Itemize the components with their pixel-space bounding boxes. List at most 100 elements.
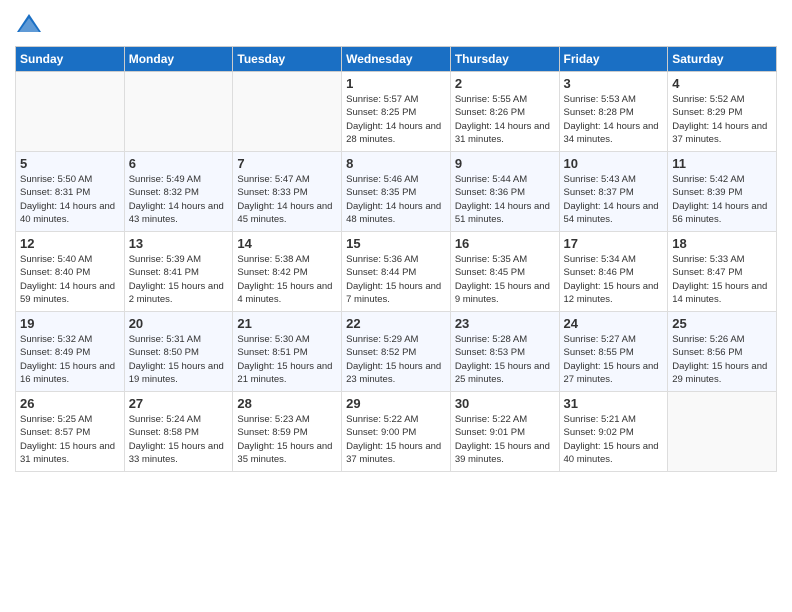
day-number: 18 [672, 236, 772, 251]
calendar-cell: 9 Sunrise: 5:44 AM Sunset: 8:36 PM Daylig… [450, 152, 559, 232]
calendar-header-sunday: Sunday [16, 47, 125, 72]
day-info: Sunrise: 5:44 AM Sunset: 8:36 PM Dayligh… [455, 173, 555, 226]
day-info: Sunrise: 5:32 AM Sunset: 8:49 PM Dayligh… [20, 333, 120, 386]
day-number: 20 [129, 316, 229, 331]
day-number: 29 [346, 396, 446, 411]
calendar-week-0: 1 Sunrise: 5:57 AM Sunset: 8:25 PM Daylig… [16, 72, 777, 152]
day-number: 19 [20, 316, 120, 331]
day-info: Sunrise: 5:53 AM Sunset: 8:28 PM Dayligh… [564, 93, 664, 146]
day-number: 7 [237, 156, 337, 171]
day-info: Sunrise: 5:25 AM Sunset: 8:57 PM Dayligh… [20, 413, 120, 466]
day-info: Sunrise: 5:43 AM Sunset: 8:37 PM Dayligh… [564, 173, 664, 226]
calendar: SundayMondayTuesdayWednesdayThursdayFrid… [15, 46, 777, 472]
calendar-cell: 6 Sunrise: 5:49 AM Sunset: 8:32 PM Daylig… [124, 152, 233, 232]
calendar-cell: 20 Sunrise: 5:31 AM Sunset: 8:50 PM Dayli… [124, 312, 233, 392]
day-info: Sunrise: 5:22 AM Sunset: 9:01 PM Dayligh… [455, 413, 555, 466]
day-number: 8 [346, 156, 446, 171]
calendar-cell: 17Sunrise: 5:34 AM Sunset: 8:46 PM Dayli… [559, 232, 668, 312]
day-info: Sunrise: 5:21 AM Sunset: 9:02 PM Dayligh… [564, 413, 664, 466]
day-number: 17 [564, 236, 664, 251]
calendar-cell: 13 Sunrise: 5:39 AM Sunset: 8:41 PM Dayli… [124, 232, 233, 312]
day-info: Sunrise: 5:22 AM Sunset: 9:00 PM Dayligh… [346, 413, 446, 466]
calendar-cell: 4Sunrise: 5:52 AM Sunset: 8:29 PM Daylig… [668, 72, 777, 152]
day-number: 25 [672, 316, 772, 331]
day-info: Sunrise: 5:29 AM Sunset: 8:52 PM Dayligh… [346, 333, 446, 386]
calendar-week-1: 5 Sunrise: 5:50 AM Sunset: 8:31 PM Daylig… [16, 152, 777, 232]
day-info: Sunrise: 5:24 AM Sunset: 8:58 PM Dayligh… [129, 413, 229, 466]
calendar-cell: 24 Sunrise: 5:27 AM Sunset: 8:55 PM Dayli… [559, 312, 668, 392]
header [15, 10, 777, 38]
calendar-header-monday: Monday [124, 47, 233, 72]
day-number: 4 [672, 76, 772, 91]
day-info: Sunrise: 5:39 AM Sunset: 8:41 PM Dayligh… [129, 253, 229, 306]
day-number: 21 [237, 316, 337, 331]
day-info: Sunrise: 5:30 AM Sunset: 8:51 PM Dayligh… [237, 333, 337, 386]
day-number: 11 [672, 156, 772, 171]
day-info: Sunrise: 5:35 AM Sunset: 8:45 PM Dayligh… [455, 253, 555, 306]
calendar-cell: 16 Sunrise: 5:35 AM Sunset: 8:45 PM Dayli… [450, 232, 559, 312]
day-number: 9 [455, 156, 555, 171]
calendar-cell: 19 Sunrise: 5:32 AM Sunset: 8:49 PM Dayli… [16, 312, 125, 392]
calendar-cell: 27 Sunrise: 5:24 AM Sunset: 8:58 PM Dayli… [124, 392, 233, 472]
day-number: 26 [20, 396, 120, 411]
day-number: 12 [20, 236, 120, 251]
calendar-cell: 18 Sunrise: 5:33 AM Sunset: 8:47 PM Dayli… [668, 232, 777, 312]
day-info: Sunrise: 5:47 AM Sunset: 8:33 PM Dayligh… [237, 173, 337, 226]
day-number: 5 [20, 156, 120, 171]
logo [15, 10, 47, 38]
calendar-cell: 23 Sunrise: 5:28 AM Sunset: 8:53 PM Dayli… [450, 312, 559, 392]
day-info: Sunrise: 5:31 AM Sunset: 8:50 PM Dayligh… [129, 333, 229, 386]
calendar-cell: 11 Sunrise: 5:42 AM Sunset: 8:39 PM Dayli… [668, 152, 777, 232]
calendar-cell: 7 Sunrise: 5:47 AM Sunset: 8:33 PM Daylig… [233, 152, 342, 232]
calendar-cell: 3 Sunrise: 5:53 AM Sunset: 8:28 PM Daylig… [559, 72, 668, 152]
day-info: Sunrise: 5:50 AM Sunset: 8:31 PM Dayligh… [20, 173, 120, 226]
day-number: 30 [455, 396, 555, 411]
day-number: 13 [129, 236, 229, 251]
calendar-cell: 31Sunrise: 5:21 AM Sunset: 9:02 PM Dayli… [559, 392, 668, 472]
calendar-cell: 30 Sunrise: 5:22 AM Sunset: 9:01 PM Dayli… [450, 392, 559, 472]
day-info: Sunrise: 5:55 AM Sunset: 8:26 PM Dayligh… [455, 93, 555, 146]
calendar-cell: 21 Sunrise: 5:30 AM Sunset: 8:51 PM Dayli… [233, 312, 342, 392]
calendar-week-3: 19 Sunrise: 5:32 AM Sunset: 8:49 PM Dayli… [16, 312, 777, 392]
calendar-week-2: 12 Sunrise: 5:40 AM Sunset: 8:40 PM Dayli… [16, 232, 777, 312]
day-info: Sunrise: 5:40 AM Sunset: 8:40 PM Dayligh… [20, 253, 120, 306]
day-number: 2 [455, 76, 555, 91]
day-info: Sunrise: 5:27 AM Sunset: 8:55 PM Dayligh… [564, 333, 664, 386]
page: SundayMondayTuesdayWednesdayThursdayFrid… [0, 0, 792, 612]
day-number: 15 [346, 236, 446, 251]
day-number: 28 [237, 396, 337, 411]
calendar-cell: 28Sunrise: 5:23 AM Sunset: 8:59 PM Dayli… [233, 392, 342, 472]
calendar-cell: 14 Sunrise: 5:38 AM Sunset: 8:42 PM Dayli… [233, 232, 342, 312]
calendar-cell [16, 72, 125, 152]
calendar-cell: 1 Sunrise: 5:57 AM Sunset: 8:25 PM Daylig… [342, 72, 451, 152]
day-number: 3 [564, 76, 664, 91]
day-info: Sunrise: 5:49 AM Sunset: 8:32 PM Dayligh… [129, 173, 229, 226]
calendar-header-thursday: Thursday [450, 47, 559, 72]
day-number: 27 [129, 396, 229, 411]
day-info: Sunrise: 5:33 AM Sunset: 8:47 PM Dayligh… [672, 253, 772, 306]
calendar-header-row: SundayMondayTuesdayWednesdayThursdayFrid… [16, 47, 777, 72]
calendar-cell [124, 72, 233, 152]
calendar-cell [668, 392, 777, 472]
day-info: Sunrise: 5:42 AM Sunset: 8:39 PM Dayligh… [672, 173, 772, 226]
calendar-week-4: 26 Sunrise: 5:25 AM Sunset: 8:57 PM Dayli… [16, 392, 777, 472]
calendar-cell: 29 Sunrise: 5:22 AM Sunset: 9:00 PM Dayli… [342, 392, 451, 472]
calendar-cell: 2 Sunrise: 5:55 AM Sunset: 8:26 PM Daylig… [450, 72, 559, 152]
calendar-cell: 5 Sunrise: 5:50 AM Sunset: 8:31 PM Daylig… [16, 152, 125, 232]
day-info: Sunrise: 5:38 AM Sunset: 8:42 PM Dayligh… [237, 253, 337, 306]
calendar-header-friday: Friday [559, 47, 668, 72]
calendar-cell: 26 Sunrise: 5:25 AM Sunset: 8:57 PM Dayli… [16, 392, 125, 472]
day-info: Sunrise: 5:28 AM Sunset: 8:53 PM Dayligh… [455, 333, 555, 386]
day-number: 1 [346, 76, 446, 91]
day-info: Sunrise: 5:57 AM Sunset: 8:25 PM Dayligh… [346, 93, 446, 146]
day-number: 14 [237, 236, 337, 251]
calendar-cell: 22 Sunrise: 5:29 AM Sunset: 8:52 PM Dayli… [342, 312, 451, 392]
day-number: 16 [455, 236, 555, 251]
calendar-header-saturday: Saturday [668, 47, 777, 72]
day-number: 6 [129, 156, 229, 171]
calendar-cell [233, 72, 342, 152]
day-number: 23 [455, 316, 555, 331]
calendar-cell: 12 Sunrise: 5:40 AM Sunset: 8:40 PM Dayli… [16, 232, 125, 312]
day-number: 22 [346, 316, 446, 331]
day-number: 24 [564, 316, 664, 331]
